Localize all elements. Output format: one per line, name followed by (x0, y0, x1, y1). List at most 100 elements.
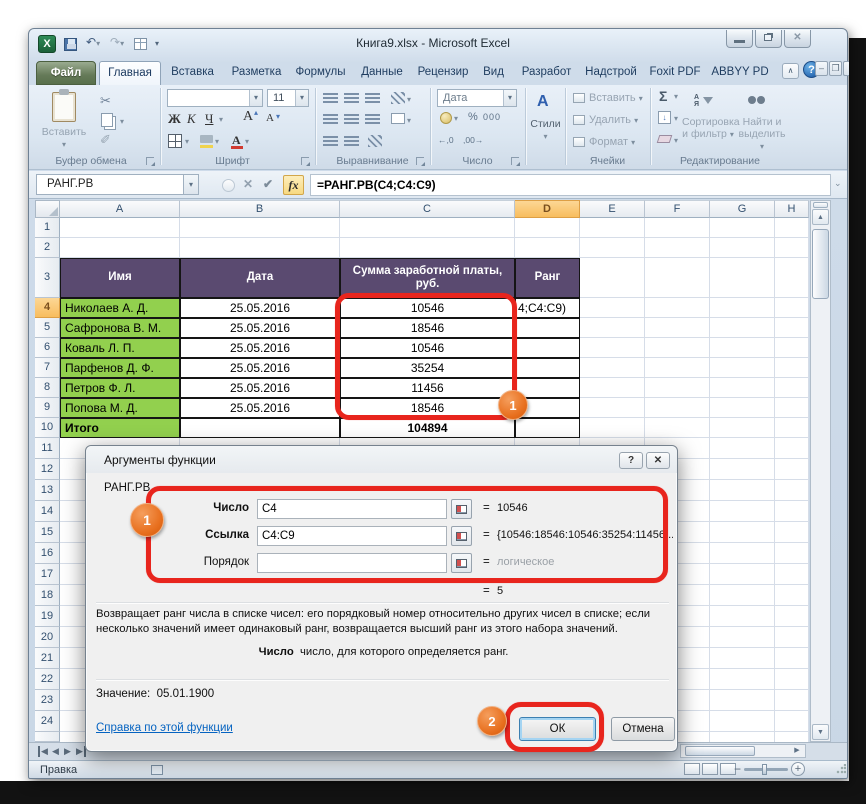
cell-name[interactable]: Парфенов Д. Ф. (60, 358, 180, 378)
sort-filter-button[interactable]: Сортировка и фильтр ▾ (682, 116, 734, 141)
row-header-2[interactable]: 2 (35, 238, 60, 258)
grow-font-button[interactable]: А (243, 109, 253, 125)
column-header-E[interactable]: E (580, 200, 645, 218)
table-header-cell[interactable]: Имя (60, 258, 180, 298)
page-layout-view-icon[interactable] (702, 763, 718, 775)
row-header-20[interactable]: 20 (35, 627, 60, 648)
row-header-25[interactable] (35, 732, 60, 742)
cancel-button[interactable]: Отмена (611, 717, 675, 741)
table-header-cell[interactable]: Дата (180, 258, 340, 298)
redo-icon[interactable]: ↷▾ (110, 35, 124, 49)
row-header-10[interactable]: 10 (35, 418, 60, 438)
alignment-dialog-launcher-icon[interactable] (416, 157, 424, 165)
save-icon[interactable] (64, 38, 77, 51)
cell-name[interactable]: Попова М. Д. (60, 398, 180, 418)
increase-decimal-icon[interactable]: ←,0 (438, 135, 454, 145)
scroll-right-icon[interactable]: ▶ (790, 746, 804, 756)
scrollbar-split-handle[interactable] (813, 202, 828, 208)
name-box[interactable]: РАНГ.РВ (36, 174, 184, 195)
row-header-15[interactable]: 15 (35, 522, 60, 543)
row-header-6[interactable]: 6 (35, 338, 60, 358)
row-header-19[interactable]: 19 (35, 606, 60, 627)
paste-icon[interactable] (52, 92, 76, 122)
font-color-dropdown-icon[interactable]: ▾ (245, 137, 249, 146)
tab-abbyy[interactable]: ABBYY PD (708, 61, 772, 85)
align-top-icon[interactable] (323, 93, 338, 104)
formula-input[interactable]: =РАНГ.РВ(C4;C4:C9) (310, 174, 831, 196)
minimize-button[interactable] (726, 30, 753, 48)
prev-sheet-icon[interactable]: ◀ (52, 746, 59, 757)
column-header-H[interactable]: H (775, 200, 809, 218)
table-header-cell[interactable]: Ранг (515, 258, 580, 298)
row-header-21[interactable]: 21 (35, 648, 60, 669)
scroll-down-icon[interactable]: ▼ (812, 724, 829, 740)
collapse-ribbon-icon[interactable]: ∧ (782, 63, 799, 79)
align-left-icon[interactable] (323, 114, 338, 125)
quick-table-icon[interactable] (134, 38, 147, 50)
row-header-12[interactable]: 12 (35, 459, 60, 480)
insert-function-icon[interactable]: fx (283, 175, 304, 195)
align-center-icon[interactable] (344, 114, 359, 125)
orientation-icon[interactable] (391, 92, 405, 104)
bold-button[interactable]: Ж (168, 111, 181, 127)
vertical-scrollbar[interactable]: ▲ ▼ (810, 200, 831, 742)
next-sheet-icon[interactable]: ▶ (64, 746, 71, 757)
format-painter-icon[interactable]: ✐ (100, 132, 111, 148)
row-header-13[interactable]: 13 (35, 480, 60, 501)
cell-date[interactable]: 25.05.2016 (180, 298, 340, 318)
row-header-7[interactable]: 7 (35, 358, 60, 378)
copy-icon[interactable] (101, 113, 113, 127)
row-header-23[interactable]: 23 (35, 690, 60, 711)
row-header-9[interactable]: 9 (35, 398, 60, 418)
cell-total-value[interactable]: 104894 (340, 418, 515, 438)
row-header-11[interactable]: 11 (35, 438, 60, 459)
tab-addins[interactable]: Надстрой (580, 61, 642, 85)
number-format-combo[interactable]: Дата▾ (437, 89, 517, 107)
clear-dropdown-icon[interactable]: ▾ (674, 136, 678, 145)
column-header-F[interactable]: F (645, 200, 710, 218)
autosum-button[interactable]: Σ (659, 88, 667, 104)
confirm-entry-icon[interactable]: ✔ (263, 177, 273, 191)
horizontal-scrollbar[interactable]: ▶ (680, 744, 806, 758)
underline-button[interactable]: Ч (205, 111, 213, 127)
zoom-slider-thumb[interactable] (762, 764, 767, 775)
cell-date[interactable]: 25.05.2016 (180, 338, 340, 358)
cell-name[interactable]: Сафронова В. М. (60, 318, 180, 338)
tab-home[interactable]: Главная (99, 61, 161, 85)
cell-empty[interactable] (515, 418, 580, 438)
shrink-font-button[interactable]: А (266, 112, 274, 124)
tab-data[interactable]: Данные (352, 61, 412, 85)
fill-color-icon[interactable] (200, 135, 213, 143)
tab-page-layout[interactable]: Разметка (224, 61, 289, 85)
cell-rank-editing[interactable]: 4;C4:C9) (515, 298, 580, 318)
scroll-up-icon[interactable]: ▲ (812, 209, 829, 225)
row-header-16[interactable]: 16 (35, 543, 60, 564)
row-header-8[interactable]: 8 (35, 378, 60, 398)
column-header-A[interactable]: A (60, 200, 180, 218)
dialog-help-icon[interactable]: ? (619, 452, 643, 469)
accounting-format-icon[interactable] (440, 112, 452, 124)
cancel-entry-icon[interactable]: ✕ (243, 177, 253, 191)
font-size-combo[interactable]: 11▾ (267, 89, 309, 107)
fill-color-dropdown-icon[interactable]: ▾ (215, 137, 219, 146)
expand-formula-bar-icon[interactable]: ⌄ (834, 178, 842, 189)
row-header-4[interactable]: 4 (35, 298, 60, 318)
macro-record-icon[interactable] (151, 765, 163, 775)
accounting-dropdown-icon[interactable]: ▾ (454, 114, 458, 123)
font-dialog-launcher-icon[interactable] (301, 157, 309, 165)
align-middle-icon[interactable] (344, 93, 359, 104)
restore-button[interactable] (755, 30, 782, 48)
scrollbar-thumb[interactable] (812, 229, 829, 299)
cell-rank[interactable] (515, 318, 580, 338)
delete-cells-button[interactable]: Удалить ▾ (589, 114, 638, 126)
clipboard-dialog-launcher-icon[interactable] (146, 157, 154, 165)
dialog-titlebar[interactable]: Аргументы функции ? ✕ (86, 446, 677, 473)
merge-center-icon[interactable] (391, 113, 405, 124)
paste-button[interactable]: Вставить▾ (38, 126, 90, 150)
tab-developer[interactable]: Разработ (513, 61, 580, 85)
row-header-14[interactable]: 14 (35, 501, 60, 522)
tab-formulas[interactable]: Формулы (289, 61, 352, 85)
tab-insert[interactable]: Вставка (161, 61, 224, 85)
fill-dropdown-icon[interactable]: ▾ (674, 114, 678, 123)
row-header-22[interactable]: 22 (35, 669, 60, 690)
